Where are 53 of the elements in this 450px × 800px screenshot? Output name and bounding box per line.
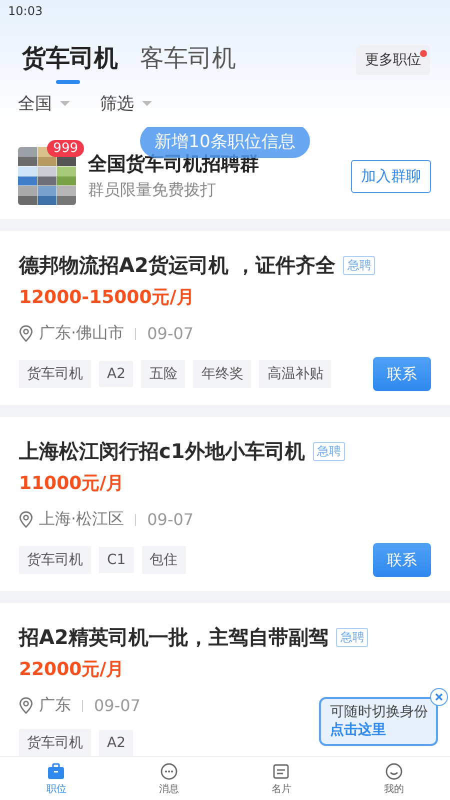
tooltip-text: 可随时切换身份	[330, 703, 428, 721]
nav-tab[interactable]: 职位	[0, 757, 112, 800]
contact-button[interactable]: 联系	[373, 357, 431, 391]
status-time: 10:03	[7, 3, 44, 20]
nav-tab[interactable]: 名片	[225, 757, 338, 800]
job-title: 德邦物流招A2货运司机 ，证件齐全	[19, 252, 336, 279]
location-pin-icon	[19, 697, 33, 714]
chat-bubble-icon	[158, 762, 179, 780]
post-date: 09-07	[147, 324, 194, 343]
job-title: 招A2精英司机一批，主驾自带副驾	[19, 624, 328, 651]
job-location: 广东	[39, 695, 71, 716]
job-tag: A2	[99, 730, 134, 756]
salary: 12000-15000元/月	[19, 286, 196, 309]
smiley-icon	[384, 762, 404, 780]
salary: 11000元/月	[19, 472, 126, 495]
tab-indicator	[56, 80, 80, 84]
filter-dropdown[interactable]: 筛选	[100, 92, 152, 115]
join-group-button[interactable]: 加入群聊	[351, 160, 431, 192]
job-location: 广东·佛山市	[39, 323, 124, 344]
contact-button[interactable]: 联系	[373, 543, 431, 577]
post-date: 09-07	[94, 696, 140, 715]
tooltip-link[interactable]: 点击这里	[330, 721, 428, 739]
job-tag: 货车司机	[19, 360, 91, 388]
nav-tab[interactable]: 消息	[112, 757, 225, 800]
job-location: 上海·松江区	[39, 509, 124, 530]
job-tag: 五险	[141, 360, 186, 388]
job-tag: 高温补贴	[259, 360, 332, 388]
tab[interactable]: 货车司机	[22, 40, 118, 80]
post-date: 09-07	[147, 510, 194, 529]
urgent-tag: 急聘	[343, 256, 376, 275]
urgent-tag: 急聘	[312, 442, 345, 461]
tab[interactable]: 客车司机	[140, 40, 236, 80]
job-tag: 包住	[142, 546, 186, 574]
job-tag: 年终奖	[193, 360, 252, 388]
card-icon	[271, 762, 292, 780]
salary: 22000元/月	[19, 658, 126, 681]
filter-dropdown[interactable]: 全国	[18, 92, 70, 115]
briefcase-icon	[46, 762, 66, 780]
caret-icon	[142, 101, 152, 106]
count-badge: 999	[47, 140, 84, 157]
job-tag: A2	[99, 361, 134, 387]
nav-tab[interactable]: 我的	[338, 757, 450, 800]
location-pin-icon	[19, 325, 33, 342]
job-tag: 货车司机	[19, 546, 91, 574]
location-pin-icon	[19, 511, 33, 528]
urgent-tag: 急聘	[336, 628, 368, 647]
caret-icon	[60, 101, 70, 106]
group-subtitle: 群员限量免费拨打	[88, 180, 217, 201]
close-icon	[435, 693, 443, 701]
job-tag: C1	[99, 547, 134, 573]
job-tag: 货车司机	[19, 729, 91, 756]
job-title: 上海松江闵行招c1外地小车司机	[19, 438, 305, 465]
more-jobs-button[interactable]: 更多职位	[356, 45, 430, 75]
